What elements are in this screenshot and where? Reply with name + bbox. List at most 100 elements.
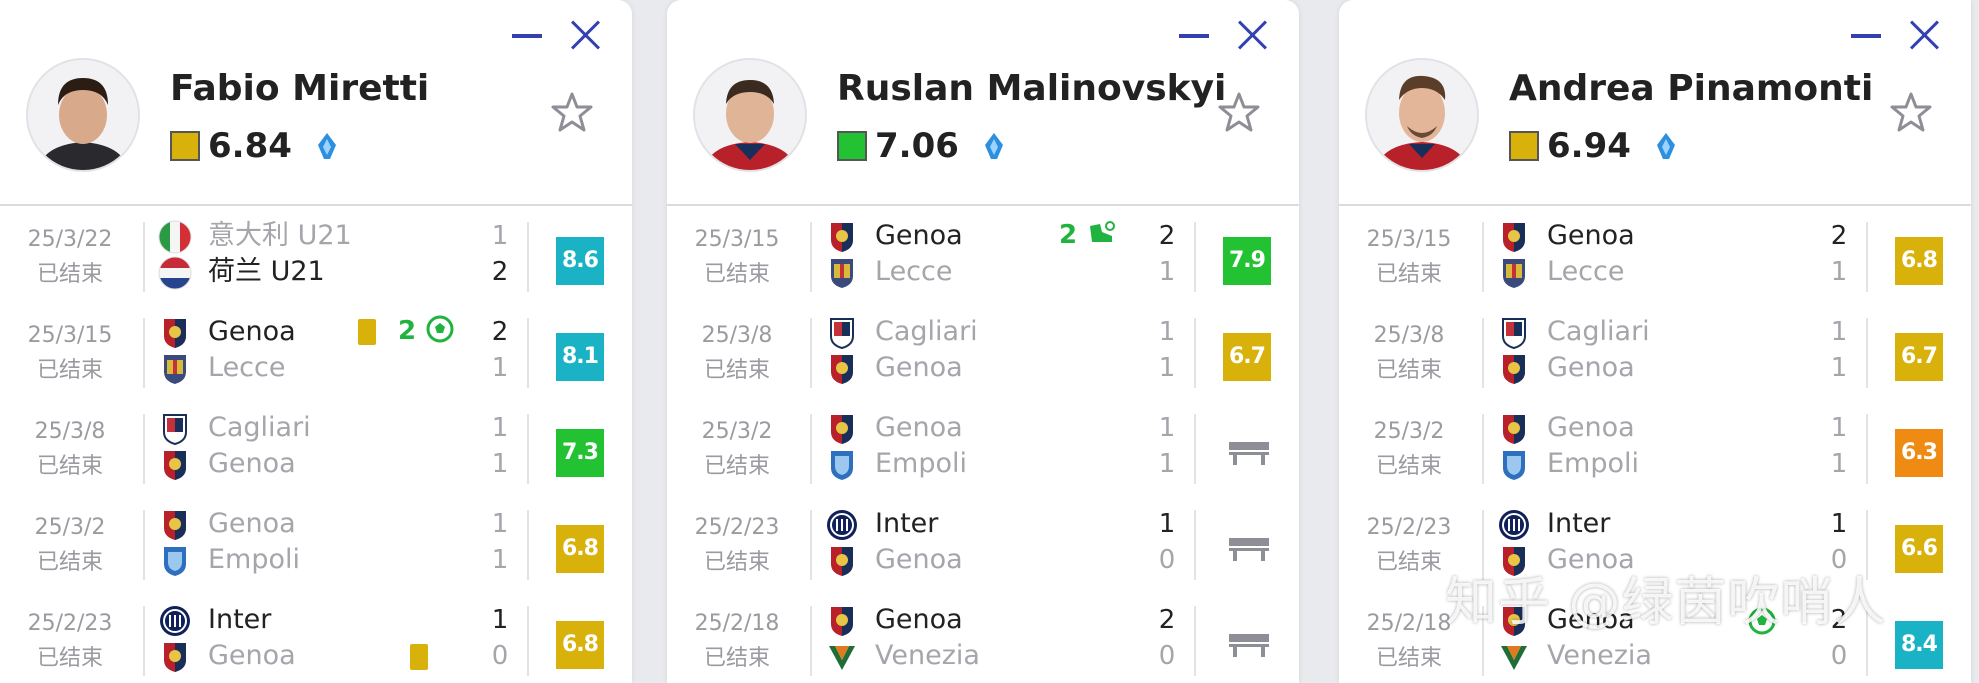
assist-event: 2 [1059, 218, 1116, 250]
close-button[interactable] [1235, 18, 1269, 52]
match-row[interactable]: 25/2/18 已结束 Genoa Venezia 2 0 [667, 592, 1299, 683]
rating-value: 6.94 [1547, 126, 1631, 166]
match-date: 25/3/2 已结束 [34, 515, 106, 575]
away-score: 0 [1830, 641, 1848, 671]
match-date: 25/3/8 已结束 [1373, 323, 1445, 383]
away-team: Empoli [1547, 448, 1640, 479]
match-row[interactable]: 25/3/2 已结束 Genoa Empoli 1 1 6.8 [0, 496, 632, 592]
away-team: Genoa [208, 640, 296, 671]
home-score: 1 [491, 605, 509, 635]
match-row[interactable]: 25/2/23 已结束 Inter Genoa 1 0 [667, 496, 1299, 592]
genoa-crest-icon [164, 511, 186, 540]
rating-badge: 6.8 [556, 525, 604, 573]
rating-color-box [170, 131, 200, 161]
venezia-crest-icon [1501, 646, 1527, 670]
close-button[interactable] [568, 18, 602, 52]
lecce-crest-icon [164, 355, 186, 384]
player-avatar [1365, 58, 1479, 172]
home-score: 1 [491, 221, 509, 251]
genoa-crest-icon [831, 223, 853, 252]
rating-color-box [837, 131, 867, 161]
genoa-crest-icon [831, 355, 853, 384]
home-team: Genoa [875, 412, 963, 443]
away-team: Empoli [875, 448, 968, 479]
player-rating: 6.84 [170, 126, 340, 166]
away-score: 1 [1830, 257, 1848, 287]
player-avatar [26, 58, 140, 172]
header-divider [1339, 204, 1971, 206]
assist-boot-icon [1090, 221, 1116, 242]
favorite-star-icon[interactable] [1889, 90, 1933, 134]
away-team: Lecce [875, 256, 953, 287]
match-row[interactable]: 25/3/22 已结束 意大利 U21 荷兰 U21 1 2 8.6 [0, 208, 632, 304]
away-team: Venezia [875, 640, 980, 671]
genoa-crest-icon [1503, 415, 1525, 444]
minimize-button[interactable] [1179, 34, 1209, 38]
empoli-crest-icon [164, 547, 186, 576]
home-score: 1 [1158, 413, 1176, 443]
away-score: 1 [491, 449, 509, 479]
minimize-button[interactable] [1851, 34, 1881, 38]
genoa-crest-icon [831, 607, 853, 636]
match-row[interactable]: 25/3/15 已结束 Genoa Lecce 2 2 1 7.9 [667, 208, 1299, 304]
away-team: Genoa [875, 544, 963, 575]
favorite-star-icon[interactable] [1217, 90, 1261, 134]
away-score: 2 [491, 257, 509, 287]
away-score: 0 [1158, 545, 1176, 575]
player-avatar [693, 58, 807, 172]
genoa-crest-icon [831, 415, 853, 444]
rating-badge: 7.9 [1223, 237, 1271, 285]
rating-badge: 6.8 [556, 621, 604, 669]
home-team: Genoa [875, 604, 963, 635]
away-score: 1 [1158, 353, 1176, 383]
watermark: 知乎 @绿茵吹哨人 [1445, 573, 1887, 633]
match-row[interactable]: 25/3/8 已结束 Cagliari Genoa 1 1 7.3 [0, 400, 632, 496]
match-row[interactable]: 25/3/8 已结束 Cagliari Genoa 1 1 6.7 [1339, 304, 1971, 400]
serie-a-icon [1656, 133, 1675, 159]
goal-event: 2 [398, 314, 455, 346]
match-date: 25/3/22 已结束 [27, 227, 113, 287]
yellow-card-icon [410, 644, 428, 670]
inter-crest-icon [1499, 510, 1529, 540]
home-team: Genoa [208, 316, 296, 347]
match-row[interactable]: 25/3/15 已结束 Genoa Lecce 2 1 6.8 [1339, 208, 1971, 304]
away-team: Genoa [1547, 352, 1635, 383]
lecce-crest-icon [831, 259, 853, 288]
home-score: 1 [491, 509, 509, 539]
match-row[interactable]: 25/3/8 已结束 Cagliari Genoa 1 1 6.7 [667, 304, 1299, 400]
rating-badge: 6.8 [1895, 237, 1943, 285]
netherlands-flag-icon [158, 256, 192, 290]
close-button[interactable] [1907, 18, 1941, 52]
yellow-card-icon [358, 319, 376, 345]
match-row[interactable]: 25/3/2 已结束 Genoa Empoli 1 1 6.3 [1339, 400, 1971, 496]
genoa-crest-icon [164, 643, 186, 672]
player-name: Ruslan Malinovskyi [837, 68, 1227, 109]
home-score: 2 [491, 317, 509, 347]
rating-badge: 8.4 [1895, 621, 1943, 669]
player-name: Andrea Pinamonti [1509, 68, 1874, 109]
player-card-malinovskyi: Ruslan Malinovskyi 7.06 25/3/15 已结束 Genoa… [667, 0, 1299, 683]
match-row[interactable]: 25/2/23 已结束 Inter Genoa 1 0 6.8 [0, 592, 632, 683]
away-team: Genoa [875, 352, 963, 383]
match-row[interactable]: 25/3/15 已结束 Genoa Lecce 2 2 1 8.1 [0, 304, 632, 400]
match-date: 25/2/23 已结束 [27, 611, 113, 671]
minimize-button[interactable] [512, 34, 542, 38]
favorite-star-icon[interactable] [550, 90, 594, 134]
match-row[interactable]: 25/3/2 已结束 Genoa Empoli 1 1 [667, 400, 1299, 496]
away-score: 1 [1830, 353, 1848, 383]
inter-crest-icon [827, 510, 857, 540]
home-score: 1 [1158, 317, 1176, 347]
bench-icon [1229, 538, 1269, 561]
cagliari-crest-icon [830, 318, 854, 350]
home-team: Genoa [1547, 412, 1635, 443]
home-team: Inter [1547, 508, 1611, 539]
genoa-crest-icon [164, 451, 186, 480]
match-date: 25/2/23 已结束 [694, 515, 780, 575]
italy-flag-icon [158, 220, 192, 254]
home-team: Genoa [1547, 220, 1635, 251]
home-score: 1 [1830, 413, 1848, 443]
match-date: 25/3/8 已结束 [34, 419, 106, 479]
match-date: 25/3/2 已结束 [1373, 419, 1445, 479]
header-divider [667, 204, 1299, 206]
serie-a-icon [984, 133, 1003, 159]
